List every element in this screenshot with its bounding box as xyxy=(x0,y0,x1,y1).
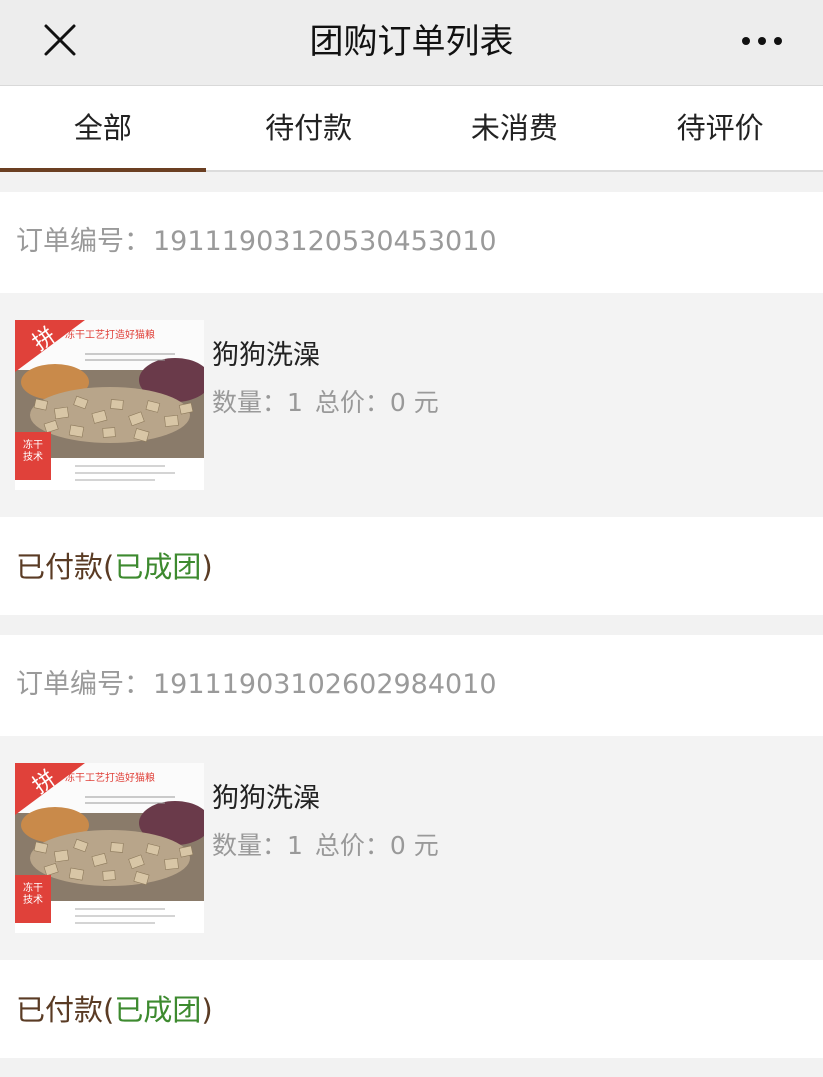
spacer xyxy=(0,172,823,192)
product-image: 冻干 技术 拼 冻干工艺打造好猫粮 xyxy=(15,320,204,490)
order-number-label: 订单编号： xyxy=(16,226,151,257)
order-number-row: 订单编号：19111903120530453010 xyxy=(0,192,823,293)
product-name: 狗狗洗澡 xyxy=(212,340,320,371)
order-number-label: 订单编号： xyxy=(16,669,151,700)
payment-status: 已付款 xyxy=(16,550,104,584)
svg-text:技术: 技术 xyxy=(23,893,43,906)
currency-unit: 元 xyxy=(413,388,439,417)
tab-all[interactable]: 全部 xyxy=(0,86,206,172)
total-value: 0 xyxy=(389,831,406,860)
paren-close: ) xyxy=(201,550,213,584)
group-status: 已成团 xyxy=(114,993,202,1027)
order-number-value: 19111903120530453010 xyxy=(153,226,497,257)
product-meta: 数量：1 总价：0 元 xyxy=(212,826,439,862)
quantity-value: 1 xyxy=(287,388,303,417)
nav-bar: 团购订单列表 xyxy=(0,0,823,86)
total-label: 总价： xyxy=(314,388,390,417)
svg-text:冻干: 冻干 xyxy=(23,881,43,894)
spacer xyxy=(0,1058,823,1077)
product-image: 冻干 技术 拼 冻干工艺打造好猫粮 xyxy=(15,763,204,933)
svg-text:冻干工艺打造好猫粮: 冻干工艺打造好猫粮 xyxy=(65,771,155,784)
more-dots-icon xyxy=(742,37,782,45)
quantity-label: 数量： xyxy=(212,388,288,417)
product-thumbnail[interactable]: 冻干 技术 拼 冻干工艺打造好猫粮 xyxy=(15,320,204,490)
total-value: 0 xyxy=(389,388,406,417)
svg-text:技术: 技术 xyxy=(23,450,43,463)
order-status-row: 已付款(已成团) xyxy=(0,517,823,615)
group-status: 已成团 xyxy=(114,550,202,584)
tab-pending-review[interactable]: 待评价 xyxy=(617,86,823,170)
order-card[interactable]: 订单编号：19111903120530453010 冻干 技术 拼 冻干工艺打造… xyxy=(0,192,823,615)
paren-open: ( xyxy=(103,550,115,584)
quantity-value: 1 xyxy=(287,831,303,860)
more-button[interactable] xyxy=(737,25,787,57)
order-card[interactable]: 订单编号：19111903102602984010 冻干 技术 拼 冻干工艺打造… xyxy=(0,635,823,1058)
order-status-row: 已付款(已成团) xyxy=(0,960,823,1058)
product-name: 狗狗洗澡 xyxy=(212,783,320,814)
total-label: 总价： xyxy=(314,831,390,860)
product-meta: 数量：1 总价：0 元 xyxy=(212,383,439,419)
close-icon xyxy=(44,24,76,56)
currency-unit: 元 xyxy=(413,831,439,860)
spacer xyxy=(0,615,823,635)
order-number-value: 19111903102602984010 xyxy=(153,669,497,700)
product-row[interactable]: 冻干 技术 拼 冻干工艺打造好猫粮 狗狗洗澡 数量：1 总价：0 元 xyxy=(0,736,823,960)
svg-text:冻干工艺打造好猫粮: 冻干工艺打造好猫粮 xyxy=(65,328,155,341)
product-row[interactable]: 冻干 技术 拼 冻干工艺打造好猫粮 狗狗洗澡 数量：1 总价：0 元 xyxy=(0,293,823,517)
quantity-label: 数量： xyxy=(212,831,288,860)
paren-open: ( xyxy=(103,993,115,1027)
product-thumbnail[interactable]: 冻干 技术 拼 冻干工艺打造好猫粮 xyxy=(15,763,204,933)
page-title: 团购订单列表 xyxy=(309,22,514,62)
paren-close: ) xyxy=(201,993,213,1027)
order-number-row: 订单编号：19111903102602984010 xyxy=(0,635,823,736)
order-tabs: 全部 待付款 未消费 待评价 xyxy=(0,86,823,172)
close-button[interactable] xyxy=(38,21,82,61)
tab-unconsumed[interactable]: 未消费 xyxy=(412,86,618,170)
payment-status: 已付款 xyxy=(16,993,104,1027)
svg-text:冻干: 冻干 xyxy=(23,438,43,451)
tab-pending-payment[interactable]: 待付款 xyxy=(206,86,412,170)
